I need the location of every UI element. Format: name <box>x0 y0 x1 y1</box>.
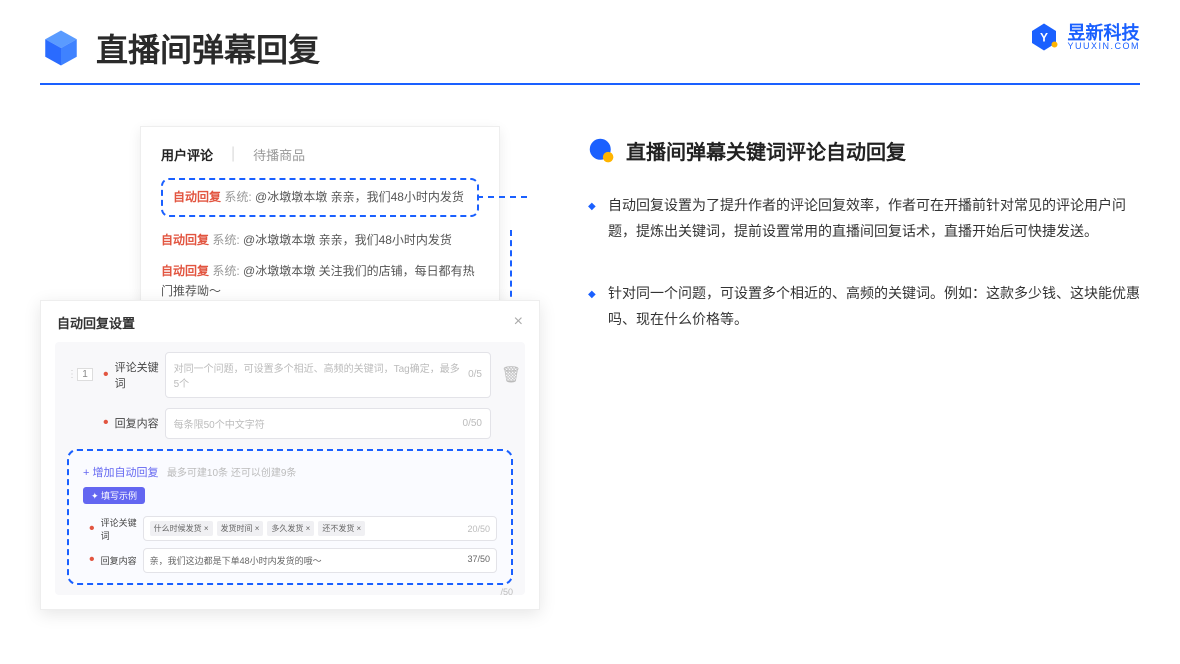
close-icon[interactable]: × <box>514 313 523 331</box>
add-auto-reply-link[interactable]: + 增加自动回复 <box>83 467 158 479</box>
example-reply-counter: 37/50 <box>467 554 490 567</box>
reply-counter: 0/50 <box>463 418 482 429</box>
keyword-tag[interactable]: 还不发货 × <box>318 521 365 536</box>
required-dot: • <box>89 520 95 538</box>
extra-counter: /50 <box>500 587 513 597</box>
add-limit-text: 最多可建10条 还可以创建9条 <box>167 468 296 479</box>
order-badge: 1 <box>77 368 93 381</box>
comments-panel: 用户评论 | 待播商品 自动回复 系统: @冰墩墩本墩 亲亲，我们48小时内发货… <box>140 126 500 328</box>
tab-pending-products[interactable]: 待播商品 <box>253 145 305 164</box>
tab-separator: | <box>231 145 235 164</box>
tab-user-comments[interactable]: 用户评论 <box>161 145 213 164</box>
keyword-placeholder: 对同一个问题，可设置多个相近、高频的关键词，Tag确定，最多5个 <box>174 360 460 390</box>
svg-text:Y: Y <box>1040 31 1048 45</box>
keyword-tag[interactable]: 发货时间 × <box>217 521 264 536</box>
settings-title: 自动回复设置 <box>57 313 135 332</box>
section-title: 直播间弹幕关键词评论自动回复 <box>626 136 906 165</box>
highlighted-comment: 自动回复 系统: @冰墩墩本墩 亲亲，我们48小时内发货 <box>161 178 479 217</box>
example-keyword-label: 评论关键词 <box>101 516 143 542</box>
required-dot: • <box>103 366 109 384</box>
auto-reply-settings-modal: 自动回复设置 × ⋮⋮ 1 • 评论关键词 对同一个问题，可设置多个相近、高频的… <box>40 300 540 610</box>
comment-text: @冰墩墩本墩 关注我们的店铺，每日都有热门推荐呦～ <box>161 264 475 297</box>
bullet-point: 自动回复设置为了提升作者的评论回复效率，作者可在开播前针对常见的评论用户问题，提… <box>588 193 1140 245</box>
example-keyword-counter: 20/50 <box>467 524 490 534</box>
example-section: + 增加自动回复 最多可建10条 还可以创建9条 ✦ 填写示例 • 评论关键词 … <box>67 449 513 585</box>
auto-reply-label: 自动回复 <box>173 190 221 204</box>
reply-label: 回复内容 <box>115 415 165 431</box>
comment-text: @冰墩墩本墩 亲亲，我们48小时内发货 <box>243 233 452 247</box>
header-divider <box>40 83 1140 85</box>
brand-cn: 昱新科技 <box>1067 24 1140 42</box>
example-badge: ✦ 填写示例 <box>83 487 145 504</box>
required-dot: • <box>89 551 95 569</box>
drag-handle-icon[interactable]: ⋮⋮ <box>67 370 73 380</box>
keyword-counter: 0/5 <box>468 369 482 380</box>
auto-reply-label: 自动回复 <box>161 233 209 247</box>
required-dot: • <box>103 414 109 432</box>
example-keyword-input[interactable]: 什么时候发货 × 发货时间 × 多久发货 × 还不发货 × 20/50 <box>143 516 497 541</box>
bullet-point: 针对同一个问题，可设置多个相近的、高频的关键词。例如：这款多少钱、这块能优惠吗、… <box>588 281 1140 333</box>
cube-icon <box>40 27 82 69</box>
page-title: 直播间弹幕回复 <box>96 25 320 71</box>
example-reply-input[interactable]: 亲，我们这边都是下单48小时内发货的哦～ 37/50 <box>143 548 497 573</box>
keyword-tag[interactable]: 什么时候发货 × <box>150 521 213 536</box>
system-label: 系统: <box>224 190 251 204</box>
auto-reply-label: 自动回复 <box>161 264 209 278</box>
brand-logo: Y 昱新科技 YUUXIN.COM <box>1029 22 1140 52</box>
example-reply-text: 亲，我们这边都是下单48小时内发货的哦～ <box>150 554 322 567</box>
system-label: 系统: <box>212 233 239 247</box>
keyword-tag[interactable]: 多久发货 × <box>267 521 314 536</box>
example-reply-label: 回复内容 <box>101 554 143 567</box>
keyword-input[interactable]: 对同一个问题，可设置多个相近、高频的关键词，Tag确定，最多5个 0/5 <box>165 352 491 398</box>
reply-input[interactable]: 每条限50个中文字符 0/50 <box>165 408 491 439</box>
chat-bubble-icon <box>588 137 616 165</box>
reply-placeholder: 每条限50个中文字符 <box>174 416 455 431</box>
comment-text: @冰墩墩本墩 亲亲，我们48小时内发货 <box>255 190 464 204</box>
system-label: 系统: <box>212 264 239 278</box>
brand-en: YUUXIN.COM <box>1067 42 1140 51</box>
trash-icon[interactable]: 🗑 <box>501 365 513 385</box>
keyword-label: 评论关键词 <box>115 359 165 391</box>
